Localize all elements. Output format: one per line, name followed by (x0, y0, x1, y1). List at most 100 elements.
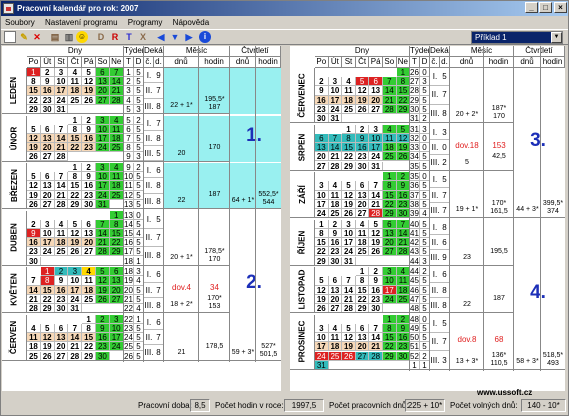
day-cell[interactable]: 13 (355, 333, 370, 343)
day-cell[interactable]: 14 (54, 181, 69, 191)
day-cell[interactable]: 12 (27, 181, 41, 191)
day-cell[interactable]: 17 (68, 285, 83, 295)
smiley-icon[interactable]: ☺ (76, 31, 88, 43)
day-cell[interactable]: 21 (54, 190, 69, 200)
day-cell[interactable]: 15 (27, 86, 41, 96)
day-cell[interactable]: 13 (82, 228, 96, 239)
day-cell[interactable]: 2 (369, 267, 383, 277)
day-cell[interactable]: 2 (27, 219, 41, 229)
day-cell[interactable]: 26 (355, 104, 370, 114)
day-cell[interactable]: 3 (315, 323, 329, 334)
day-cell[interactable]: 2 (40, 68, 55, 78)
day-cell[interactable]: 21 (328, 152, 343, 162)
day-cell[interactable]: 22 (383, 199, 397, 209)
day-cell[interactable]: 24 (68, 294, 83, 304)
day-cell[interactable]: 29 (383, 351, 397, 361)
day-cell[interactable]: 12 (369, 228, 383, 239)
website-link[interactable]: www.ussoft.cz (477, 388, 532, 397)
day-cell[interactable]: 18 (328, 342, 343, 352)
day-cell[interactable]: 25 (342, 104, 356, 114)
day-cell[interactable]: 12 (68, 228, 83, 239)
day-cell[interactable]: 27 (369, 104, 383, 114)
day-cell[interactable]: 13 (109, 276, 124, 286)
day-cell[interactable]: 11 (109, 172, 124, 182)
day-cell[interactable]: 27 (355, 351, 370, 361)
day-cell[interactable]: 9 (82, 172, 96, 182)
day-cell[interactable]: 11 (355, 228, 370, 239)
day-cell[interactable]: 6 (40, 124, 55, 134)
day-cell[interactable]: 4 (328, 323, 343, 334)
day-cell[interactable]: 22 (109, 238, 124, 248)
archive-icon[interactable]: ▤ (49, 31, 61, 43)
delete-icon[interactable]: ✕ (31, 31, 43, 43)
day-cell[interactable]: 8 (109, 219, 124, 229)
day-cell[interactable]: 21 (109, 86, 124, 96)
day-cell[interactable]: 4 (328, 181, 343, 191)
day-cell[interactable]: 17 (315, 342, 329, 352)
day-cell[interactable]: 13 (54, 333, 69, 343)
day-cell[interactable]: 28 (369, 351, 383, 361)
day-cell[interactable]: 3 (328, 77, 343, 87)
arrow-down-icon[interactable]: ▼ (169, 31, 181, 43)
day-cell[interactable]: 18 (68, 86, 83, 96)
day-cell[interactable]: 14 (68, 333, 83, 343)
day-cell[interactable]: 8 (383, 181, 397, 191)
day-cell[interactable]: 8 (68, 172, 83, 182)
day-cell[interactable]: 10 (315, 190, 329, 200)
day-cell[interactable]: 21 (96, 238, 110, 248)
day-cell[interactable]: 6 (40, 172, 55, 182)
day-cell[interactable]: 1 (315, 219, 329, 229)
arrow-left-icon[interactable]: ◀ (155, 31, 167, 43)
day-cell[interactable]: 22 (68, 190, 83, 200)
day-cell[interactable]: 8 (40, 276, 55, 286)
day-cell[interactable]: 11 (82, 276, 96, 286)
day-cell[interactable]: 11 (27, 333, 41, 343)
day-cell[interactable]: 24 (54, 95, 69, 105)
day-cell[interactable]: 9 (27, 228, 41, 239)
day-cell[interactable]: 21 (369, 342, 383, 352)
day-cell[interactable]: 7 (328, 133, 343, 144)
day-cell[interactable]: 4 (383, 124, 397, 134)
day-cell[interactable]: 14 (54, 133, 69, 144)
day-cell[interactable]: 25 (355, 247, 370, 257)
day-cell[interactable]: 10 (68, 276, 83, 286)
day-cell[interactable]: 15 (315, 238, 329, 248)
day-cell[interactable]: 12 (82, 77, 96, 87)
day-cell[interactable]: 23 (27, 247, 41, 257)
day-cell[interactable]: 9 (369, 276, 383, 286)
day-cell[interactable]: 20 (40, 143, 55, 153)
day-cell[interactable]: 14 (96, 228, 110, 239)
day-cell[interactable]: 13 (315, 143, 329, 153)
day-cell[interactable]: 21 (369, 199, 383, 209)
day-cell[interactable]: 25 (328, 351, 343, 361)
print-icon[interactable]: ▥ (63, 31, 75, 43)
day-cell[interactable]: 7 (342, 276, 356, 286)
day-cell[interactable]: 6 (369, 77, 383, 87)
day-cell[interactable]: 22 (40, 294, 55, 304)
day-cell[interactable]: 9 (355, 133, 370, 144)
day-cell[interactable]: 7 (109, 68, 124, 78)
day-cell[interactable]: 6 (383, 219, 397, 229)
day-cell[interactable]: 3 (109, 314, 124, 324)
day-cell[interactable]: 6 (328, 276, 343, 286)
day-cell[interactable]: 2 (315, 77, 329, 87)
day-cell[interactable]: 24 (369, 152, 383, 162)
day-cell[interactable]: 4 (109, 115, 124, 125)
day-cell[interactable]: 20 (383, 238, 397, 248)
day-cell[interactable]: 26 (96, 294, 110, 304)
day-cell[interactable]: 3 (40, 219, 55, 229)
d-icon[interactable]: D (95, 31, 107, 43)
day-cell[interactable]: 4 (54, 219, 69, 229)
day-cell[interactable]: 15 (355, 285, 370, 295)
day-cell[interactable]: 2 (82, 163, 96, 173)
day-cell[interactable]: 24 (342, 247, 356, 257)
day-cell[interactable]: 21 (68, 342, 83, 352)
half-divider[interactable] (282, 46, 289, 391)
day-cell[interactable]: 5 (369, 219, 383, 229)
day-cell[interactable]: 9 (40, 77, 55, 87)
day-cell[interactable]: 6 (96, 68, 110, 78)
day-cell[interactable]: 5 (342, 181, 356, 191)
menu-napoveda[interactable]: Nápověda (173, 18, 209, 27)
day-cell[interactable]: 16 (96, 333, 110, 343)
day-cell[interactable]: 8 (355, 276, 370, 286)
